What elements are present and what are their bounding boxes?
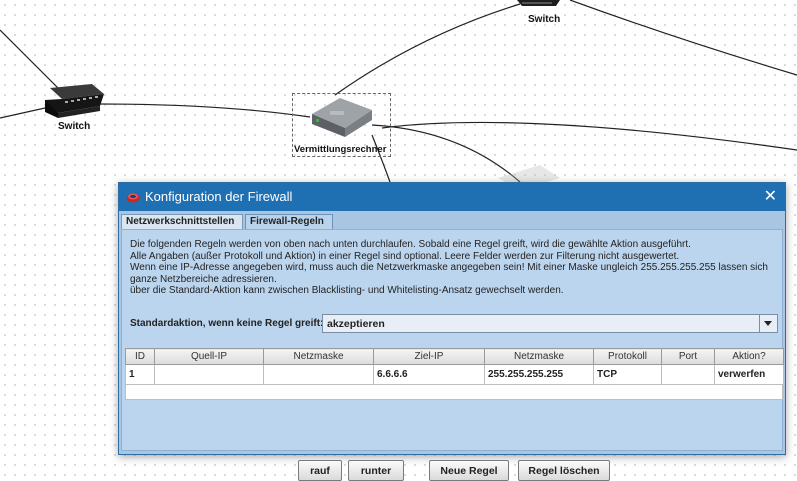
cell-dest-mask[interactable]: 255.255.255.255 [484, 364, 594, 385]
switch-icon [45, 84, 104, 118]
switch-icon [517, 0, 560, 6]
description-line: ganze Netzbereiche adressieren. [130, 273, 277, 285]
cell-dest-ip[interactable]: 6.6.6.6 [373, 364, 485, 385]
connection-cable [569, 0, 797, 76]
tab-firewall-regeln[interactable]: Firewall-Regeln [245, 214, 333, 229]
delete-rule-button[interactable]: Regel löschen [518, 460, 610, 481]
connection-cable [381, 121, 797, 151]
table-header-row: ID Quell-IP Netzmaske Ziel-IP Netzmaske … [125, 348, 784, 365]
move-down-button[interactable]: runter [348, 460, 404, 481]
firewall-dialog: Konfiguration der Firewall ✕ Netzwerksch… [118, 182, 786, 481]
default-action-label: Standardaktion, wenn keine Regel greift: [130, 318, 324, 329]
column-header-dest-ip[interactable]: Ziel-IP [373, 348, 485, 365]
dialog-title: Konfiguration der Firewall [145, 189, 293, 204]
node-label-switch-top: Switch [528, 14, 561, 25]
cell-source-ip[interactable] [154, 364, 264, 385]
node-label-switch-left: Switch [58, 121, 91, 132]
default-action-select[interactable]: akzeptieren [322, 314, 778, 333]
column-header-source-ip[interactable]: Quell-IP [154, 348, 264, 365]
cell-source-mask[interactable] [263, 364, 374, 385]
column-header-dest-mask[interactable]: Netzmaske [484, 348, 594, 365]
close-icon[interactable]: ✕ [764, 186, 777, 206]
table-empty-area[interactable] [125, 384, 783, 400]
default-action-value: akzeptieren [327, 318, 385, 330]
column-header-id[interactable]: ID [125, 348, 155, 365]
description-line: über die Standard-Aktion kann zwischen B… [130, 285, 564, 296]
node-label-router: Vermittlungsrechner [294, 144, 387, 155]
column-header-protocol[interactable]: Protokoll [593, 348, 662, 365]
column-header-action[interactable]: Aktion? [714, 348, 784, 365]
connection-cable [99, 103, 311, 118]
connection-cable [334, 3, 521, 96]
rules-panel: Die folgenden Regeln werden von oben nac… [121, 229, 784, 481]
table-row[interactable]: 1 6.6.6.6 255.255.255.255 TCP verwerfen [125, 364, 784, 385]
rules-table: ID Quell-IP Netzmaske Ziel-IP Netzmaske … [125, 348, 784, 385]
description-text: Die folgenden Regeln werden von oben nac… [130, 239, 778, 297]
cell-id[interactable]: 1 [125, 364, 155, 385]
connection-cable [0, 29, 61, 91]
description-line: Die folgenden Regeln werden von oben nac… [130, 239, 691, 250]
cell-port[interactable] [661, 364, 715, 385]
dialog-titlebar[interactable]: Konfiguration der Firewall ✕ [119, 183, 785, 211]
description-line: Wenn eine IP-Adresse angegeben wird, mus… [130, 262, 768, 273]
column-header-port[interactable]: Port [661, 348, 715, 365]
new-rule-button[interactable]: Neue Regel [429, 460, 509, 481]
cell-action[interactable]: verwerfen [714, 364, 784, 385]
firewall-icon [126, 193, 140, 203]
connection-cable [0, 107, 46, 119]
cell-protocol[interactable]: TCP [593, 364, 662, 385]
connection-cable [371, 124, 521, 183]
tab-netzwerkschnittstellen[interactable]: Netzwerkschnittstellen [121, 214, 243, 229]
description-line: Alle Angaben (außer Protokoll und Aktion… [130, 250, 680, 262]
chevron-down-icon[interactable] [759, 315, 777, 332]
move-up-button[interactable]: rauf [298, 460, 342, 481]
column-header-source-mask[interactable]: Netzmaske [263, 348, 374, 365]
